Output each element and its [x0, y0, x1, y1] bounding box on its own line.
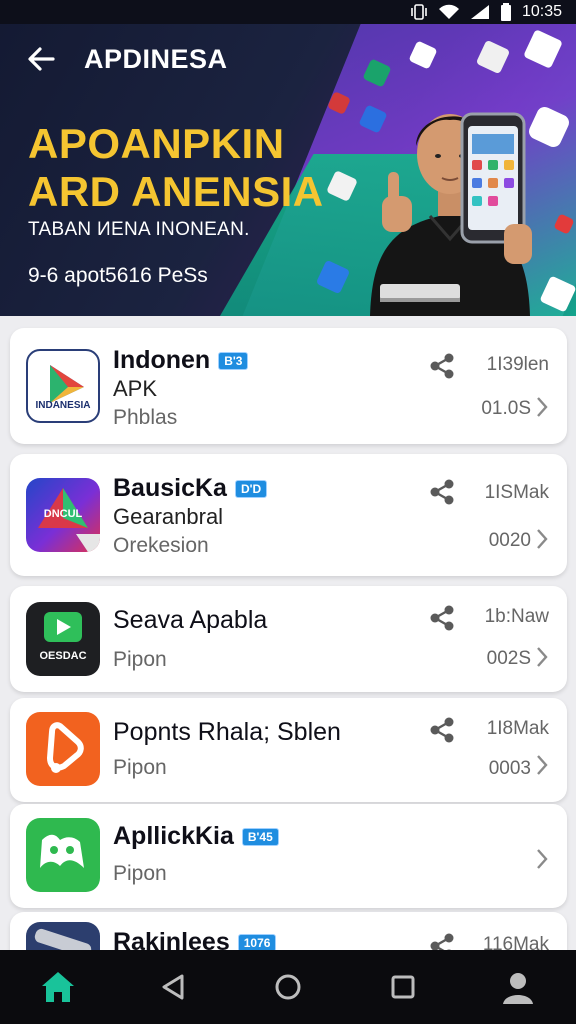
share-icon[interactable]: [428, 932, 456, 950]
back-arrow-icon[interactable]: [26, 44, 56, 74]
square-icon: [391, 975, 415, 999]
back-button[interactable]: [148, 962, 198, 1012]
play-triangle-icon: [50, 365, 84, 403]
app-icon-label: INDANESIA: [35, 400, 91, 411]
hero-headline-line2: ARD ANENSIA: [28, 168, 324, 215]
version-badge: B'3: [218, 352, 249, 371]
chevron-right-icon[interactable]: [535, 528, 549, 550]
app-icon: [26, 712, 100, 786]
chevron-right-icon[interactable]: [535, 754, 549, 776]
list-item[interactable]: Rakinlees 1076 116Mak: [10, 912, 567, 950]
app-icon: INDANESIA: [26, 349, 100, 423]
app-name-text: BausicKa: [113, 474, 227, 502]
version-badge: D'D: [234, 480, 268, 499]
navigation-bar: [0, 950, 576, 1024]
app-size: 116Mak: [482, 934, 549, 950]
vibrate-icon: [411, 4, 427, 20]
app-icon: [26, 922, 100, 950]
list-item[interactable]: INDANESIA Indonen B'3 APK Phblas 1I39len …: [10, 328, 567, 444]
app-name: BausicKa D'D: [113, 474, 268, 503]
app-icon: OESDAC: [26, 602, 100, 676]
app-name: Seava Apabla: [113, 606, 268, 634]
hero-headline: APOANPKIN ARD ANENSIA: [28, 120, 324, 216]
back-triangle-icon: [162, 974, 184, 1000]
app-size: 1b:Naw: [484, 606, 549, 627]
version-badge: 1076: [237, 934, 277, 950]
app-publisher: Pipon: [113, 648, 167, 671]
signal-icon: [470, 5, 489, 19]
app-category: APK: [113, 376, 158, 401]
profile-button[interactable]: [493, 962, 543, 1012]
list-item[interactable]: Popnts Rhala; Sblen Pipon 1I8Mak 0003: [10, 698, 567, 802]
chevron-right-icon[interactable]: [535, 396, 549, 418]
app-name: Popnts Rhala; Sblen: [113, 718, 341, 746]
app-publisher: Pipon: [113, 862, 167, 885]
app-size: 1I8Mak: [486, 718, 549, 739]
app-publisher: Pipon: [113, 756, 167, 779]
orange-bell-icon: [47, 722, 84, 773]
home-button[interactable]: [33, 962, 83, 1012]
share-icon[interactable]: [428, 478, 456, 506]
share-icon[interactable]: [428, 604, 456, 632]
app-size: 1I39len: [486, 354, 549, 375]
chevron-right-icon[interactable]: [535, 848, 549, 870]
app-name: Rakinlees 1076: [113, 928, 277, 950]
app-name-text: ApllickKia: [113, 822, 234, 850]
promo-person-illustration: [370, 112, 532, 316]
app-icon-label: DNCUL: [43, 508, 83, 520]
app-publisher: Phblas: [113, 406, 178, 429]
tools-icon: [34, 928, 92, 950]
home-icon: [41, 972, 74, 1002]
green-play-icon: [44, 612, 82, 642]
app-name: ApllickKia B'45: [113, 822, 279, 851]
app-category: Gearanbral: [113, 504, 224, 529]
hero-banner: APDINESA APOANPKIN ARD ANENSIA TABAN ИEN…: [0, 24, 576, 316]
chevron-right-icon[interactable]: [535, 646, 549, 668]
hero-headline-line1: APOANPKIN: [28, 120, 285, 167]
hero-meta: 9-6 apot5616 PeSs: [28, 264, 208, 287]
app-downloads: 01.0S: [481, 398, 531, 419]
circle-icon: [275, 974, 301, 1000]
hero-subtitle: TABAN ИENA INONEAN.: [28, 219, 250, 240]
page-title: APDINESA: [84, 44, 228, 74]
list-item[interactable]: ApllickKia B'45 Pipon: [10, 804, 567, 908]
app-icon: [26, 818, 100, 892]
app-name-text: Rakinlees: [113, 928, 230, 950]
share-icon[interactable]: [428, 716, 456, 744]
app-downloads: 002S: [486, 648, 531, 669]
battery-icon: [500, 3, 511, 21]
share-icon[interactable]: [428, 352, 456, 380]
app-downloads: 0003: [488, 758, 531, 779]
app-name: Indonen B'3: [113, 346, 249, 375]
list-item[interactable]: DNCUL BausicKa D'D Gearanbral Orekesion 1…: [10, 454, 567, 576]
app-publisher: Orekesion: [113, 534, 209, 557]
home-circle-button[interactable]: [263, 962, 313, 1012]
status-bar: 10:35: [0, 0, 576, 24]
wifi-icon: [438, 4, 459, 19]
person-icon: [503, 973, 534, 1004]
app-name-text: Indonen: [113, 346, 211, 374]
app-size: 1ISMak: [484, 482, 549, 503]
app-icon: DNCUL: [26, 478, 100, 552]
status-time: 10:35: [521, 3, 562, 20]
app-downloads: 0020: [488, 530, 531, 551]
version-badge: B'45: [241, 828, 279, 847]
list-item[interactable]: OESDAC Seava Apabla Pipon 1b:Naw 002S: [10, 586, 567, 692]
app-icon-label: OESDAC: [39, 650, 87, 662]
recents-button[interactable]: [378, 962, 428, 1012]
app-list: INDANESIA Indonen B'3 APK Phblas 1I39len …: [0, 316, 576, 950]
green-face-icon: [40, 834, 84, 868]
